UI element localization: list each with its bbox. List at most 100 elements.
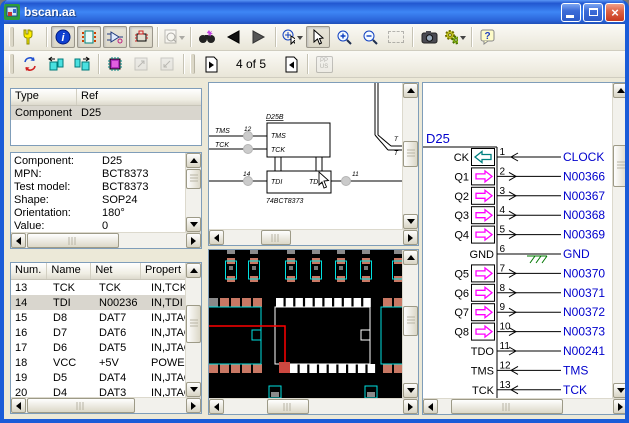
property-row[interactable]: Value:0: [11, 219, 185, 232]
scrollbar-thumb[interactable]: [261, 230, 291, 245]
pcb-canvas[interactable]: [209, 250, 402, 398]
column-header-ref[interactable]: Ref: [77, 89, 201, 105]
ref-table-row[interactable]: Component D25: [11, 106, 201, 120]
pointer-button[interactable]: [306, 26, 330, 48]
toolbar-grip[interactable]: [190, 54, 195, 74]
schematic-node[interactable]: [244, 145, 253, 154]
pin-table-vscrollbar[interactable]: [185, 263, 201, 397]
schematic-hscrollbar[interactable]: [209, 229, 418, 245]
scroll-left-button[interactable]: [11, 398, 26, 413]
net-name[interactable]: N00371: [563, 286, 605, 300]
pcb-vscrollbar[interactable]: [402, 250, 418, 398]
table-row[interactable]: 15D8DAT7IN,JTAG: [11, 310, 185, 325]
scroll-right-button[interactable]: [613, 399, 628, 414]
shrink-button[interactable]: [155, 53, 179, 75]
net-name[interactable]: N00369: [563, 228, 605, 242]
table-row[interactable]: 19D5DAT4IN,JTAG: [11, 370, 185, 385]
net-name[interactable]: N00367: [563, 189, 605, 203]
scroll-left-button[interactable]: [209, 230, 224, 245]
setup-button[interactable]: [18, 26, 42, 48]
net-name[interactable]: TMS: [563, 363, 588, 377]
pin-diagram-hscrollbar[interactable]: [423, 398, 628, 414]
table-row[interactable]: 20D4DAT3IN,JTAG: [11, 385, 185, 397]
scrollbar-thumb[interactable]: [403, 141, 418, 167]
scroll-left-button[interactable]: [11, 233, 26, 248]
net-name[interactable]: N00368: [563, 208, 605, 222]
table-row[interactable]: 16D7DAT6IN,JTAG: [11, 325, 185, 340]
scroll-up-button[interactable]: [613, 83, 628, 98]
table-row[interactable]: 13TCKTCKIN,TCK: [11, 280, 185, 295]
stamp-button[interactable]: PPUS: [312, 53, 336, 75]
page-next-button[interactable]: [279, 53, 303, 75]
properties-vscrollbar[interactable]: [185, 153, 201, 232]
schematic-vscrollbar[interactable]: [402, 83, 418, 229]
scroll-right-button[interactable]: [186, 233, 201, 248]
scroll-down-button[interactable]: [186, 382, 201, 397]
property-row[interactable]: Orientation:180°: [11, 206, 185, 219]
find-button[interactable]: [195, 26, 219, 48]
info-button[interactable]: i: [51, 26, 75, 48]
zoom-out-button[interactable]: [358, 26, 382, 48]
chip-colors-button[interactable]: [103, 53, 127, 75]
back-button[interactable]: [221, 26, 245, 48]
net-name[interactable]: TCK: [563, 383, 587, 397]
toolbar-grip[interactable]: [9, 54, 14, 74]
scroll-down-button[interactable]: [403, 383, 418, 398]
pin-diagram-vscrollbar[interactable]: [612, 83, 628, 398]
scrollbar-thumb[interactable]: [613, 145, 628, 187]
scroll-up-button[interactable]: [186, 153, 201, 168]
scroll-right-button[interactable]: [403, 399, 418, 414]
column-header-net[interactable]: Net: [91, 263, 141, 279]
scrollbar-thumb[interactable]: [451, 399, 563, 414]
snapshot-button[interactable]: [417, 26, 441, 48]
net-name[interactable]: N00370: [563, 266, 605, 280]
column-header-num[interactable]: Num.: [11, 263, 47, 279]
scrollbar-thumb[interactable]: [267, 399, 309, 414]
maximize-button[interactable]: [583, 3, 603, 22]
scroll-up-button[interactable]: [186, 263, 201, 278]
preview-button[interactable]: [162, 26, 186, 48]
table-row[interactable]: 17D6DAT5IN,JTAG: [11, 340, 185, 355]
property-row[interactable]: Shape:SOP24: [11, 193, 185, 206]
property-row[interactable]: Component:D25: [11, 154, 185, 167]
schematic-canvas[interactable]: D25B TMS TCK TMS TCK TDI TDO 74BCT8373 1…: [209, 83, 402, 229]
net-name[interactable]: CLOCK: [563, 150, 604, 164]
help-button[interactable]: ?: [476, 26, 500, 48]
net-name[interactable]: N00241: [563, 344, 605, 358]
scroll-down-button[interactable]: [613, 383, 628, 398]
component-next-button[interactable]: [70, 53, 94, 75]
options-button[interactable]: [443, 26, 467, 48]
scroll-left-button[interactable]: [209, 399, 224, 414]
net-name[interactable]: GND: [563, 247, 590, 261]
scrollbar-thumb[interactable]: [27, 398, 135, 413]
expand-button[interactable]: [129, 53, 153, 75]
pcb-hscrollbar[interactable]: [209, 398, 418, 414]
scroll-up-button[interactable]: [403, 250, 418, 265]
pin-view-button[interactable]: [77, 26, 101, 48]
property-row[interactable]: MPN:BCT8373: [11, 167, 185, 180]
layout-view-button[interactable]: [129, 26, 153, 48]
scroll-right-button[interactable]: [186, 398, 201, 413]
forward-button[interactable]: [247, 26, 271, 48]
pcb-ic-selected[interactable]: [275, 298, 375, 373]
page-prev-button[interactable]: [199, 53, 223, 75]
pin-table-hscrollbar[interactable]: [11, 397, 201, 413]
column-header-name[interactable]: Name: [47, 263, 91, 279]
zoom-window-button[interactable]: [384, 26, 408, 48]
column-header-properties[interactable]: Propert: [141, 263, 185, 279]
scroll-left-button[interactable]: [423, 399, 438, 414]
pin-diagram-canvas[interactable]: D25 CK1CLOCKQ12N00366Q23N00367Q34N00368Q…: [423, 83, 608, 398]
scroll-down-button[interactable]: [186, 217, 201, 232]
schematic-view-button[interactable]: [103, 26, 127, 48]
scrollbar-thumb[interactable]: [403, 306, 418, 336]
column-header-type[interactable]: Type: [11, 89, 77, 105]
table-row[interactable]: 18VCC+5VPOWER: [11, 355, 185, 370]
scroll-down-button[interactable]: [403, 214, 418, 229]
scrollbar-thumb[interactable]: [186, 169, 201, 189]
probe-button[interactable]: [280, 26, 304, 48]
net-name[interactable]: N00366: [563, 169, 605, 183]
table-row[interactable]: 14TDIN00236IN,TDI: [11, 295, 185, 310]
schematic-node[interactable]: [342, 177, 351, 186]
sync-button[interactable]: [18, 53, 42, 75]
scroll-up-button[interactable]: [403, 83, 418, 98]
